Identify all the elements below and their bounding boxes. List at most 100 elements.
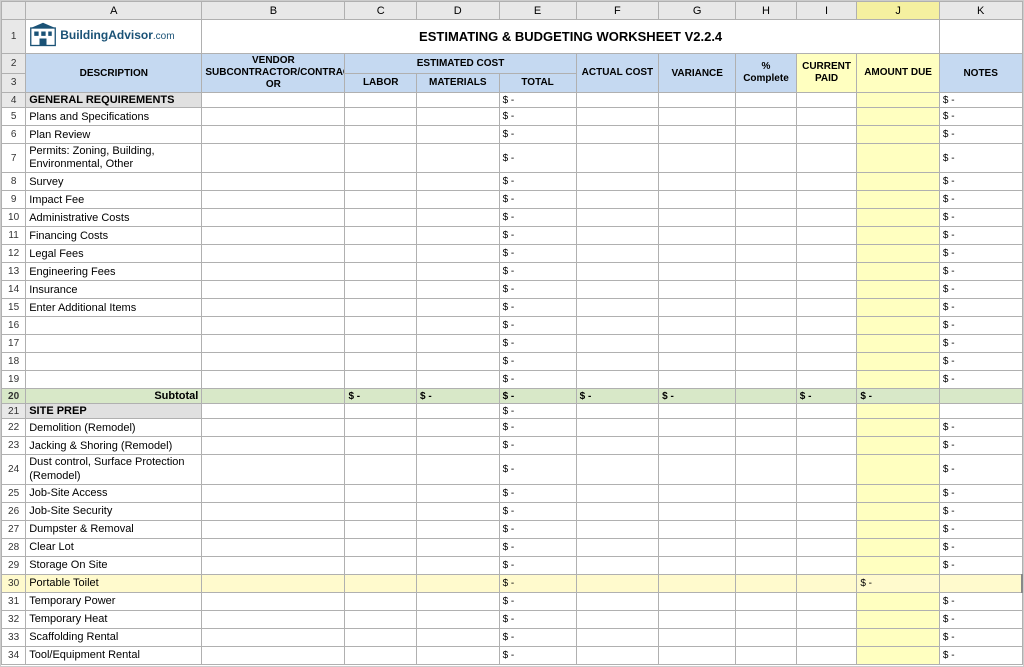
permits-d[interactable] bbox=[417, 144, 500, 173]
tool-equipment-h[interactable] bbox=[736, 646, 797, 664]
row16-g[interactable] bbox=[659, 317, 736, 335]
impact-fee-f[interactable] bbox=[576, 191, 659, 209]
scaffolding-b[interactable] bbox=[202, 628, 345, 646]
sp-c[interactable] bbox=[345, 404, 417, 419]
portable-toilet-i[interactable] bbox=[796, 574, 857, 592]
financing-costs-d[interactable] bbox=[417, 227, 500, 245]
scaffolding-g[interactable] bbox=[659, 628, 736, 646]
plans-specs-k[interactable]: $ - bbox=[939, 108, 1022, 126]
admin-costs-f[interactable] bbox=[576, 209, 659, 227]
additional-items-c[interactable] bbox=[345, 299, 417, 317]
financing-costs-i[interactable] bbox=[796, 227, 857, 245]
row19-e[interactable]: $ - bbox=[499, 371, 576, 389]
plan-review-e[interactable]: $ - bbox=[499, 126, 576, 144]
dumpster-b[interactable] bbox=[202, 520, 345, 538]
temporary-power-i[interactable] bbox=[796, 592, 857, 610]
financing-costs-k[interactable]: $ - bbox=[939, 227, 1022, 245]
jacking-k[interactable]: $ - bbox=[939, 437, 1022, 455]
dust-control-k[interactable]: $ - bbox=[939, 455, 1022, 484]
temporary-heat-j[interactable] bbox=[857, 610, 940, 628]
row19-d[interactable] bbox=[417, 371, 500, 389]
col-header-k[interactable]: K bbox=[939, 2, 1022, 20]
engineering-fees-d[interactable] bbox=[417, 263, 500, 281]
sp-d[interactable] bbox=[417, 404, 500, 419]
insurance-d[interactable] bbox=[417, 281, 500, 299]
row17-c[interactable] bbox=[345, 335, 417, 353]
clear-lot-h[interactable] bbox=[736, 538, 797, 556]
temporary-power-b[interactable] bbox=[202, 592, 345, 610]
jobsite-access-i[interactable] bbox=[796, 484, 857, 502]
col-header-e[interactable]: E bbox=[499, 2, 576, 20]
scaffolding-e[interactable]: $ - bbox=[499, 628, 576, 646]
financing-costs-e[interactable]: $ - bbox=[499, 227, 576, 245]
impact-fee-c[interactable] bbox=[345, 191, 417, 209]
additional-items-e[interactable]: $ - bbox=[499, 299, 576, 317]
admin-costs-e[interactable]: $ - bbox=[499, 209, 576, 227]
dumpster-c[interactable] bbox=[345, 520, 417, 538]
portable-toilet-h[interactable] bbox=[736, 574, 797, 592]
storage-on-site-c[interactable] bbox=[345, 556, 417, 574]
demolition-g[interactable] bbox=[659, 419, 736, 437]
scaffolding-d[interactable] bbox=[417, 628, 500, 646]
financing-costs-c[interactable] bbox=[345, 227, 417, 245]
row18-g[interactable] bbox=[659, 353, 736, 371]
clear-lot-j[interactable] bbox=[857, 538, 940, 556]
financing-costs-g[interactable] bbox=[659, 227, 736, 245]
impact-fee-b[interactable] bbox=[202, 191, 345, 209]
temporary-heat-h[interactable] bbox=[736, 610, 797, 628]
insurance-b[interactable] bbox=[202, 281, 345, 299]
permits-g[interactable] bbox=[659, 144, 736, 173]
storage-on-site-f[interactable] bbox=[576, 556, 659, 574]
jacking-j[interactable] bbox=[857, 437, 940, 455]
portable-toilet-g[interactable] bbox=[659, 574, 736, 592]
legal-fees-f[interactable] bbox=[576, 245, 659, 263]
additional-items-i[interactable] bbox=[796, 299, 857, 317]
jobsite-security-j[interactable] bbox=[857, 502, 940, 520]
engineering-fees-i[interactable] bbox=[796, 263, 857, 281]
plans-specs-i[interactable] bbox=[796, 108, 857, 126]
additional-items-b[interactable] bbox=[202, 299, 345, 317]
sp-j[interactable] bbox=[857, 404, 940, 419]
scaffolding-i[interactable] bbox=[796, 628, 857, 646]
scaffolding-f[interactable] bbox=[576, 628, 659, 646]
impact-fee-d[interactable] bbox=[417, 191, 500, 209]
plan-review-b[interactable] bbox=[202, 126, 345, 144]
jobsite-access-c[interactable] bbox=[345, 484, 417, 502]
plan-review-h[interactable] bbox=[736, 126, 797, 144]
permits-j[interactable] bbox=[857, 144, 940, 173]
jacking-h[interactable] bbox=[736, 437, 797, 455]
jobsite-access-f[interactable] bbox=[576, 484, 659, 502]
jobsite-access-g[interactable] bbox=[659, 484, 736, 502]
plans-specs-e[interactable]: $ - bbox=[499, 108, 576, 126]
sp-k[interactable] bbox=[939, 404, 1022, 419]
dust-control-c[interactable] bbox=[345, 455, 417, 484]
row16-h[interactable] bbox=[736, 317, 797, 335]
plans-specs-j[interactable] bbox=[857, 108, 940, 126]
admin-costs-d[interactable] bbox=[417, 209, 500, 227]
col-header-h[interactable]: H bbox=[736, 2, 797, 20]
engineering-fees-j[interactable] bbox=[857, 263, 940, 281]
clear-lot-c[interactable] bbox=[345, 538, 417, 556]
insurance-g[interactable] bbox=[659, 281, 736, 299]
temporary-power-j[interactable] bbox=[857, 592, 940, 610]
storage-on-site-h[interactable] bbox=[736, 556, 797, 574]
dumpster-k[interactable]: $ - bbox=[939, 520, 1022, 538]
insurance-f[interactable] bbox=[576, 281, 659, 299]
demolition-e[interactable]: $ - bbox=[499, 419, 576, 437]
dumpster-j[interactable] bbox=[857, 520, 940, 538]
row16-c[interactable] bbox=[345, 317, 417, 335]
storage-on-site-b[interactable] bbox=[202, 556, 345, 574]
row18-k[interactable]: $ - bbox=[939, 353, 1022, 371]
survey-f[interactable] bbox=[576, 173, 659, 191]
portable-toilet-e[interactable]: $ - bbox=[499, 574, 576, 592]
legal-fees-c[interactable] bbox=[345, 245, 417, 263]
temporary-power-c[interactable] bbox=[345, 592, 417, 610]
temporary-power-h[interactable] bbox=[736, 592, 797, 610]
admin-costs-c[interactable] bbox=[345, 209, 417, 227]
row19-g[interactable] bbox=[659, 371, 736, 389]
gr-f[interactable] bbox=[576, 93, 659, 108]
jobsite-security-i[interactable] bbox=[796, 502, 857, 520]
demolition-f[interactable] bbox=[576, 419, 659, 437]
row18-j[interactable] bbox=[857, 353, 940, 371]
tool-equipment-b[interactable] bbox=[202, 646, 345, 664]
